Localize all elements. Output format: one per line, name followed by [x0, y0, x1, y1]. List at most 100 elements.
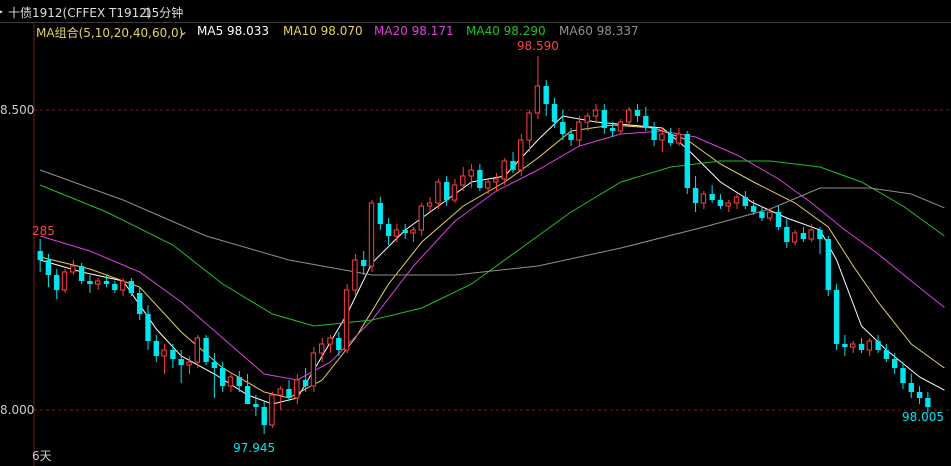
- candle: [592, 104, 599, 122]
- candle-body: [601, 110, 607, 128]
- chart-labels: 8.500 8.000 98.590 97.945 98.005 285 6天: [0, 39, 944, 463]
- ma-line-ma40: [39, 160, 945, 327]
- candle-body: [161, 349, 167, 357]
- candle: [261, 401, 267, 434]
- candle: [916, 386, 923, 404]
- candle-body: [485, 181, 491, 189]
- candle-body: [269, 394, 275, 426]
- candle: [277, 386, 283, 410]
- candle-body: [261, 407, 267, 425]
- candle: [543, 80, 549, 116]
- candle: [294, 374, 300, 404]
- candle-body: [543, 86, 549, 104]
- candle: [119, 278, 126, 296]
- candle: [534, 56, 541, 119]
- candle: [361, 251, 367, 275]
- candle: [186, 356, 192, 374]
- candle: [725, 200, 731, 212]
- ma60-value: 98.337: [596, 24, 639, 38]
- candle: [128, 278, 135, 296]
- candle-body: [327, 337, 333, 345]
- candle-body: [78, 266, 85, 281]
- candle-body: [908, 383, 914, 392]
- candle: [784, 218, 790, 248]
- candle: [668, 128, 674, 146]
- candle-body: [410, 229, 416, 234]
- candle-body: [750, 206, 757, 212]
- candle-body: [336, 338, 342, 350]
- candle-body: [534, 85, 541, 114]
- candle: [485, 179, 491, 194]
- ma40-value: 98.290: [503, 24, 546, 38]
- candle-body: [684, 134, 690, 188]
- candle: [327, 335, 333, 353]
- candle-body: [617, 121, 624, 132]
- candle: [626, 107, 632, 125]
- ma-legend: MA组合(5,10,20,40,60,0) ⌄ MA5 98.033 MA10 …: [0, 22, 951, 40]
- ma-group-label[interactable]: MA组合(5,10,20,40,60,0): [36, 24, 183, 41]
- candle-body: [402, 230, 408, 233]
- candle-body: [842, 344, 848, 347]
- candle: [145, 305, 151, 350]
- candle: [900, 362, 906, 389]
- candle-body: [791, 232, 798, 243]
- candle: [825, 236, 831, 296]
- candle-body: [310, 352, 317, 387]
- ma-line-ma5: [39, 115, 945, 405]
- candle: [883, 344, 890, 362]
- candle-body: [128, 281, 135, 293]
- candle-body: [833, 290, 840, 344]
- candle: [791, 230, 798, 245]
- candle: [368, 200, 375, 272]
- candle-body: [493, 178, 499, 183]
- candle: [609, 122, 616, 137]
- candle-body: [592, 109, 599, 117]
- candle-body: [709, 194, 715, 200]
- candle: [435, 179, 441, 209]
- candle-body: [45, 260, 52, 275]
- candle-body: [883, 350, 890, 359]
- high-price-label: 98.590: [517, 39, 559, 53]
- candle: [393, 224, 400, 242]
- candle-body: [87, 281, 93, 284]
- candle: [410, 227, 416, 242]
- contract-title: 十债1912(CFFEX T1912): [8, 6, 152, 20]
- candle: [227, 374, 234, 392]
- candle: [842, 335, 848, 356]
- candle-body: [668, 134, 674, 143]
- candle-body: [319, 343, 325, 354]
- candle-body: [385, 224, 392, 236]
- candle: [402, 224, 408, 239]
- candle-body: [866, 340, 872, 351]
- candle: [61, 269, 68, 293]
- candle: [601, 104, 607, 134]
- candle-body: [170, 350, 176, 359]
- candle: [170, 344, 176, 368]
- low-price-label: 97.945: [233, 441, 275, 455]
- candle: [253, 395, 259, 416]
- candle: [675, 128, 682, 146]
- period-selector[interactable]: 15分钟: [144, 4, 183, 21]
- candle: [850, 341, 856, 353]
- candle: [510, 152, 516, 173]
- candle: [336, 332, 342, 356]
- ma20-name: MA20: [374, 24, 408, 38]
- candle: [700, 191, 707, 209]
- candle-body: [692, 188, 699, 203]
- candle-body: [560, 122, 566, 134]
- candle: [518, 134, 524, 176]
- candle-body: [568, 134, 574, 140]
- candle-body: [817, 230, 823, 239]
- play-icon[interactable]: ▸: [0, 4, 3, 18]
- candle: [418, 203, 425, 236]
- candle-body: [900, 368, 906, 383]
- chevron-down-icon[interactable]: ⌄: [178, 24, 188, 38]
- candle-body: [352, 259, 358, 291]
- candle: [451, 179, 458, 203]
- candle-body: [659, 133, 665, 141]
- candle-body: [725, 202, 731, 207]
- candle: [352, 254, 358, 296]
- candle-body: [112, 284, 118, 290]
- ma5-name: MA5: [197, 24, 224, 38]
- candle-body: [784, 227, 790, 242]
